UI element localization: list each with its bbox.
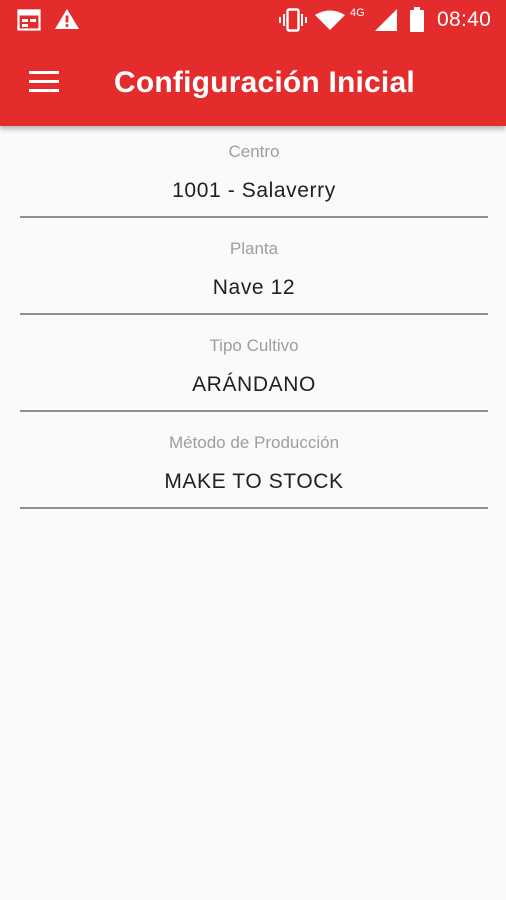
tipo-cultivo-underline [20,410,488,412]
page-title: Configuración Inicial [114,66,415,99]
menu-icon [22,66,68,100]
network-type-label: 4G [350,7,365,19]
warning-icon [55,9,79,29]
centro-underline [20,216,488,218]
status-time: 08:40 [437,8,492,31]
signal-icon [375,9,397,31]
metodo-produccion-label: Método de Producción [168,433,340,452]
app-bar: Configuración Inicial [0,40,506,126]
tipo-cultivo-field[interactable]: Tipo Cultivo ARÁNDANO [20,328,488,418]
menu-button[interactable] [22,66,68,100]
tipo-cultivo-label: Tipo Cultivo [209,336,299,355]
centro-label: Centro [228,142,280,161]
calendar-icon [17,9,41,31]
centro-field[interactable]: Centro 1001 - Salaverry [20,134,488,224]
tipo-cultivo-value[interactable]: ARÁNDANO [20,372,488,398]
metodo-produccion-value[interactable]: MAKE TO STOCK [20,469,488,495]
vibrate-icon [279,8,307,32]
planta-underline [20,313,488,315]
metodo-produccion-underline [20,507,488,509]
status-bar: 4G 08:40 [0,0,506,40]
metodo-produccion-field[interactable]: Método de Producción MAKE TO STOCK [20,425,488,515]
centro-value[interactable]: 1001 - Salaverry [20,178,488,204]
planta-field[interactable]: Planta Nave 12 [20,231,488,321]
wifi-icon [315,10,345,30]
battery-icon [410,7,424,32]
planta-label: Planta [229,239,279,258]
planta-value[interactable]: Nave 12 [20,275,488,301]
